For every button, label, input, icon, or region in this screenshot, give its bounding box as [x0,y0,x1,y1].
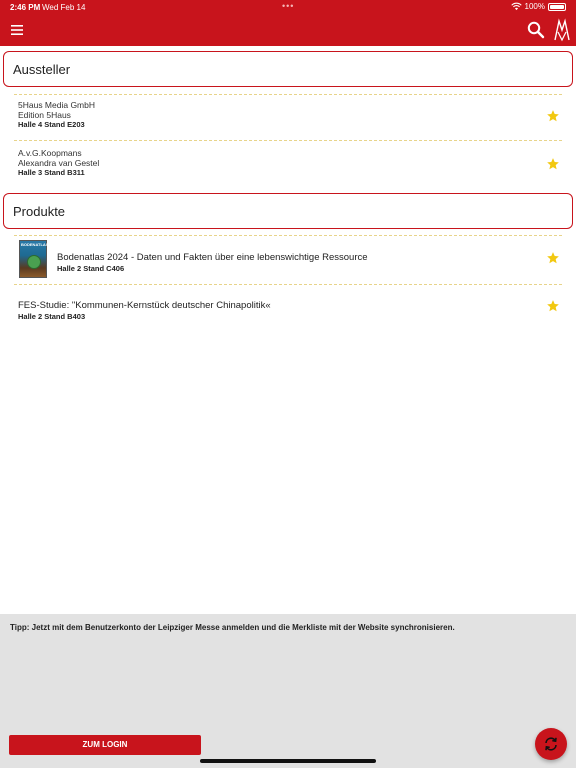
app-header [0,14,576,46]
section-title-produkte: Produkte [13,204,66,219]
exhibitor-subname: Alexandra van Gestel [18,158,100,168]
status-right: 100% [510,2,566,11]
divider [14,94,562,95]
leipziger-messe-logo-icon[interactable] [553,18,571,42]
status-date: Wed Feb 14 [42,3,86,12]
login-tip-panel: Tipp: Jetzt mit dem Benutzerkonto der Le… [0,614,576,768]
status-time: 2:46 PM [10,3,41,12]
login-button[interactable]: ZUM LOGIN [9,735,201,755]
thumbnail-title: BODENATLAS [21,242,49,247]
star-favorite-icon[interactable] [546,157,560,171]
section-header-aussteller: Aussteller [3,51,573,87]
sync-icon [545,737,557,751]
login-tip-text: Tipp: Jetzt mit dem Benutzerkonto der Le… [10,623,455,632]
product-list-item[interactable]: FES-Studie: "Kommunen-Kernstück deutsche… [0,298,576,322]
home-indicator[interactable] [200,759,376,763]
wifi-icon [510,2,522,11]
star-favorite-icon[interactable] [546,299,560,313]
product-location: Halle 2 Stand B403 [18,312,86,321]
star-favorite-icon[interactable] [546,251,560,265]
exhibitor-text: 5Haus Media GmbH Edition 5Haus Halle 4 S… [18,100,95,130]
section-title-aussteller: Aussteller [13,62,71,77]
product-list-item[interactable]: BODENATLAS Bodenatlas 2024 - Daten und F… [0,240,576,280]
divider [14,284,562,285]
exhibitor-name: A.v.G.Koopmans [18,148,82,158]
product-title: Bodenatlas 2024 - Daten und Fakten über … [57,252,368,263]
hamburger-menu-icon[interactable] [8,20,28,40]
globe-icon [27,255,41,269]
divider [14,140,562,141]
status-bar: 2:46 PM Wed Feb 14 ••• 100% [0,0,576,14]
product-text: Bodenatlas 2024 - Daten und Fakten über … [57,252,368,274]
search-icon[interactable] [526,20,546,40]
exhibitor-list-item[interactable]: A.v.G.Koopmans Alexandra van Gestel Hall… [0,148,576,188]
exhibitor-name: 5Haus Media GmbH [18,100,96,110]
exhibitor-list-item[interactable]: 5Haus Media GmbH Edition 5Haus Halle 4 S… [0,100,576,140]
battery-icon [548,2,566,11]
exhibitor-location: Halle 3 Stand B311 [18,168,85,177]
star-favorite-icon[interactable] [546,109,560,123]
sync-button[interactable] [535,728,567,760]
battery-percent: 100% [524,2,545,11]
product-title: FES-Studie: "Kommunen-Kernstück deutsche… [18,300,271,311]
product-text: FES-Studie: "Kommunen-Kernstück deutsche… [18,300,271,322]
multitasking-dots-icon[interactable]: ••• [282,1,294,11]
product-thumbnail: BODENATLAS [19,240,49,278]
section-header-produkte: Produkte [3,193,573,229]
product-location: Halle 2 Stand C406 [57,264,125,273]
divider [14,235,562,236]
exhibitor-subname: Edition 5Haus [18,110,71,120]
exhibitor-text: A.v.G.Koopmans Alexandra van Gestel Hall… [18,148,99,178]
exhibitor-location: Halle 4 Stand E203 [18,120,85,129]
